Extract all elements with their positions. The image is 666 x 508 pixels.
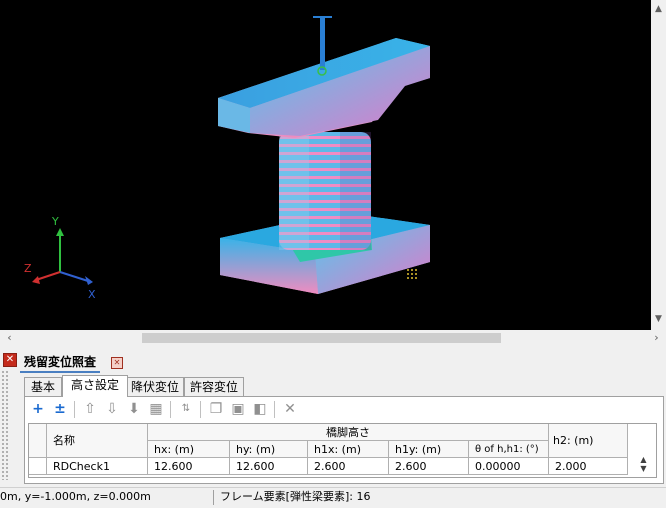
cell-name[interactable]: RDCheck1 <box>47 458 148 475</box>
cell-h1x[interactable]: 2.600 <box>308 458 389 475</box>
paste-special-icon[interactable]: ◧ <box>250 399 270 419</box>
viewport-horizontal-scrollbar[interactable]: ‹ › <box>0 330 666 346</box>
row-indicator-header <box>29 424 47 458</box>
column-header-theta[interactable]: θ of h,h1: (°) <box>469 441 549 458</box>
cell-h2[interactable]: 2.000 <box>549 458 628 475</box>
cell-h1y[interactable]: 2.600 <box>389 458 469 475</box>
status-selected-element: フレーム要素[弾性梁要素]: 16 <box>220 490 371 503</box>
close-tab-icon[interactable]: ✕ <box>111 357 123 369</box>
move-bottom-icon[interactable]: ⬇ <box>124 399 144 419</box>
column-header-hy[interactable]: hy: (m) <box>230 441 308 458</box>
scroll-right-icon[interactable]: › <box>649 330 664 346</box>
column-header-hx[interactable]: hx: (m) <box>148 441 230 458</box>
column-header-h1x[interactable]: h1x: (m) <box>308 441 389 458</box>
scroll-left-icon[interactable]: ‹ <box>2 330 17 346</box>
move-down-icon[interactable]: ⇩ <box>102 399 122 419</box>
copy-icon[interactable]: ❐ <box>206 399 226 419</box>
row-indicator[interactable] <box>29 458 47 475</box>
column-header-h1y[interactable]: h1y: (m) <box>389 441 469 458</box>
grid-scroll-up-icon[interactable]: ▲ <box>637 455 650 464</box>
scroll-thumb[interactable] <box>142 333 501 343</box>
tab-basic[interactable]: 基本 <box>24 377 62 397</box>
grid-scrollbar[interactable]: ▲ ▼ <box>637 455 650 477</box>
scroll-up-icon[interactable]: ▲ <box>651 2 666 17</box>
sort-icon[interactable]: ⇅ <box>176 399 196 419</box>
cell-hx[interactable]: 12.600 <box>148 458 230 475</box>
status-bar: 0m, y=-1.000m, z=0.000m フレーム要素[弾性梁要素]: 1… <box>0 487 666 508</box>
3d-viewport[interactable]: Y X Z <box>0 0 651 330</box>
pier-model: Y X Z <box>24 16 430 301</box>
tab-allowable-displacement[interactable]: 許容変位 <box>184 377 244 397</box>
tab-height-settings[interactable]: 高さ設定 <box>62 375 128 397</box>
add-icon[interactable]: + <box>28 399 48 419</box>
move-up-icon[interactable]: ⇧ <box>80 399 100 419</box>
axis-triad: Y X Z <box>24 215 96 301</box>
column-group-header-pier-height: 橋脚高さ <box>148 424 549 441</box>
paste-icon[interactable]: ▣ <box>228 399 248 419</box>
grid-scroll-down-icon[interactable]: ▼ <box>637 464 650 473</box>
axis-z-label: Z <box>24 262 32 275</box>
viewport-vertical-scrollbar[interactable]: ▲ ▼ <box>651 0 666 330</box>
grid-icon[interactable]: ▦ <box>146 399 166 419</box>
panel-title[interactable]: 残留変位照査 <box>20 353 101 373</box>
cell-theta[interactable]: 0.00000 <box>469 458 549 475</box>
axis-y-label: Y <box>51 215 59 228</box>
panel-grip[interactable] <box>1 370 9 480</box>
column-header-h2[interactable]: h2: (m) <box>549 424 628 458</box>
column-header-name[interactable]: 名称 <box>47 424 148 458</box>
tab-yield-displacement[interactable]: 降伏変位 <box>126 377 184 397</box>
status-coordinates: 0m, y=-1.000m, z=0.000m <box>0 490 151 503</box>
cell-hy[interactable]: 12.600 <box>230 458 308 475</box>
delete-icon[interactable]: ✕ <box>280 399 300 419</box>
close-panel-icon[interactable]: ✕ <box>3 353 17 367</box>
scroll-down-icon[interactable]: ▼ <box>651 312 666 327</box>
add-row-icon[interactable]: ± <box>50 399 70 419</box>
height-settings-grid: 名称 橋脚高さ hx: (m) hy: (m) h1x: (m) h1y: (m… <box>28 423 657 478</box>
axis-x-label: X <box>88 288 96 301</box>
